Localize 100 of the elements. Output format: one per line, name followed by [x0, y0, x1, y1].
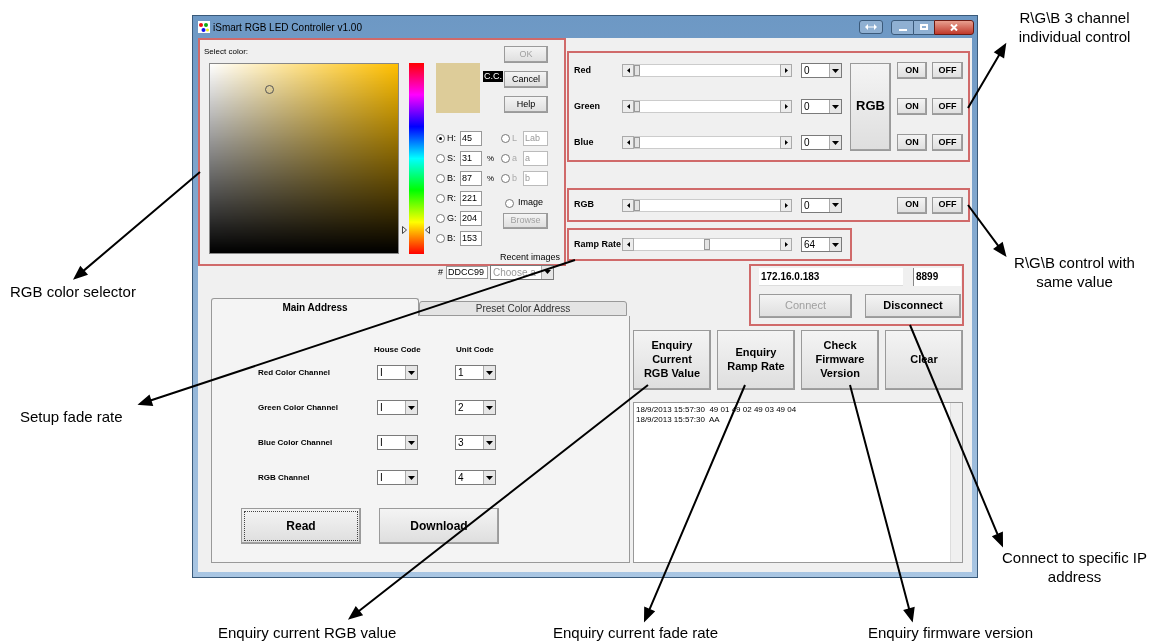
channel-label: Red Color Channel	[258, 366, 331, 379]
dropdown[interactable]: I	[377, 400, 418, 415]
button[interactable]: Enquiry Current RGB Value	[633, 330, 711, 390]
button[interactable]: Check Firmware Version	[801, 330, 879, 390]
port-field[interactable]: 8899	[913, 268, 961, 286]
slider-thumb[interactable]	[634, 199, 640, 211]
annotation-text: RGB color selector	[10, 282, 136, 301]
caret-icon	[832, 104, 839, 109]
button[interactable]: Read	[241, 508, 361, 544]
button[interactable]: Cancel	[503, 71, 548, 88]
scroll-right-button[interactable]	[780, 238, 792, 251]
caret-icon	[486, 440, 493, 445]
leader-line	[967, 44, 1006, 109]
slider-thumb[interactable]	[634, 137, 640, 148]
annotation-text: R\G\B 3 channel individual control	[1017, 8, 1132, 46]
on-button[interactable]: ON	[897, 62, 927, 79]
dropdown[interactable]: 4	[455, 470, 496, 485]
button[interactable]: Enquiry Ramp Rate	[717, 330, 795, 390]
field-label: B:	[446, 231, 457, 245]
caret-icon	[408, 440, 415, 445]
slider-thumb[interactable]	[634, 65, 640, 76]
dropdown[interactable]: 1	[455, 365, 496, 380]
slider-thumb[interactable]	[634, 101, 640, 112]
off-button[interactable]: OFF	[932, 98, 963, 115]
triangle-right-icon	[784, 140, 788, 145]
resize-button[interactable]	[859, 20, 883, 34]
radio-button[interactable]	[435, 174, 445, 183]
dropdown[interactable]: 64	[801, 237, 842, 252]
button[interactable]: Download	[379, 508, 499, 544]
annotation-text: Enquiry current fade rate	[553, 623, 719, 642]
field-label: B:	[446, 171, 457, 185]
input-field[interactable]: 87	[459, 171, 482, 186]
off-button[interactable]: OFF	[932, 62, 963, 79]
dropdown[interactable]: 3	[455, 435, 496, 450]
scroll-right-button[interactable]	[780, 136, 792, 149]
dropdown[interactable]: 2	[455, 400, 496, 415]
hue-bar[interactable]	[409, 63, 425, 254]
off-button[interactable]: OFF	[932, 134, 963, 151]
input-field[interactable]: 221	[459, 191, 482, 206]
triangle-left-icon	[626, 202, 630, 208]
input-field[interactable]: 31	[459, 151, 482, 166]
dropdown[interactable]: 0	[801, 135, 842, 150]
button[interactable]: Help	[503, 96, 548, 113]
column-header: Unit Code	[456, 344, 494, 356]
radio-button[interactable]	[435, 234, 445, 243]
radio-button[interactable]	[435, 194, 445, 203]
scroll-right-button[interactable]	[780, 100, 792, 113]
radio-button[interactable]	[504, 198, 514, 208]
hex-field[interactable]: DDCC99	[446, 266, 488, 280]
scroll-left-button[interactable]	[622, 238, 634, 251]
channel-label: Green Color Channel	[258, 401, 339, 414]
dropdown[interactable]: 0	[801, 99, 842, 114]
maximize-button[interactable]	[914, 19, 934, 35]
scroll-left-button[interactable]	[622, 136, 634, 149]
annotation-text: Setup fade rate	[20, 407, 123, 426]
on-button[interactable]: ON	[897, 196, 927, 214]
minimize-button[interactable]	[891, 19, 914, 35]
dropdown[interactable]: 0	[801, 197, 842, 213]
caret-icon	[408, 475, 415, 480]
log-line: 18/9/2013 15:57:30 AA	[636, 415, 721, 425]
on-button[interactable]: ON	[897, 98, 927, 115]
tab[interactable]: Main Address	[211, 298, 419, 316]
rgb-button[interactable]: RGB	[850, 62, 891, 151]
close-button[interactable]	[934, 19, 974, 35]
radio-button[interactable]	[435, 134, 445, 143]
tab[interactable]: Preset Color Address	[419, 301, 627, 316]
annotation-text: Connect to specific IP address	[1000, 548, 1149, 586]
scroll-right-button[interactable]	[780, 198, 792, 212]
recent-images-label: Recent images	[499, 251, 560, 264]
annotation-text: R\G\B control with same value	[1013, 253, 1136, 291]
scroll-left-button[interactable]	[622, 64, 634, 77]
scroll-right-button[interactable]	[780, 64, 792, 77]
radio-button[interactable]	[435, 154, 445, 163]
scrollbar[interactable]	[950, 403, 962, 562]
on-button[interactable]: ON	[897, 134, 927, 151]
hash-label: #	[437, 266, 443, 279]
off-button[interactable]: OFF	[932, 196, 963, 214]
ip-field[interactable]: 172.16.0.183	[759, 268, 903, 286]
input-field[interactable]: 45	[459, 131, 482, 146]
field-label: R:	[446, 191, 457, 205]
dropdown[interactable]: 0	[801, 63, 842, 78]
triangle-left-icon	[626, 104, 630, 109]
scroll-left-button[interactable]	[622, 100, 634, 113]
caret-icon	[832, 140, 839, 145]
dropdown[interactable]: I	[377, 435, 418, 450]
radio-button[interactable]	[435, 214, 445, 223]
scroll-left-button[interactable]	[622, 198, 634, 212]
input-field[interactable]: 153	[459, 231, 482, 246]
dropdown[interactable]: I	[377, 470, 418, 485]
input-field[interactable]: 204	[459, 211, 482, 226]
dropdown[interactable]: I	[377, 365, 418, 380]
app-icon	[198, 21, 210, 33]
triangle-left-icon	[626, 242, 630, 247]
saturation-brightness-square[interactable]	[209, 63, 400, 254]
disconnect-button[interactable]: Disconnect	[865, 294, 961, 318]
leader-line	[967, 204, 1006, 256]
slider-thumb[interactable]	[704, 239, 710, 250]
hue-slider-arrows-icon[interactable]	[402, 226, 431, 235]
field-label: G:	[446, 211, 458, 225]
channel-label: RGB Channel	[258, 471, 311, 484]
